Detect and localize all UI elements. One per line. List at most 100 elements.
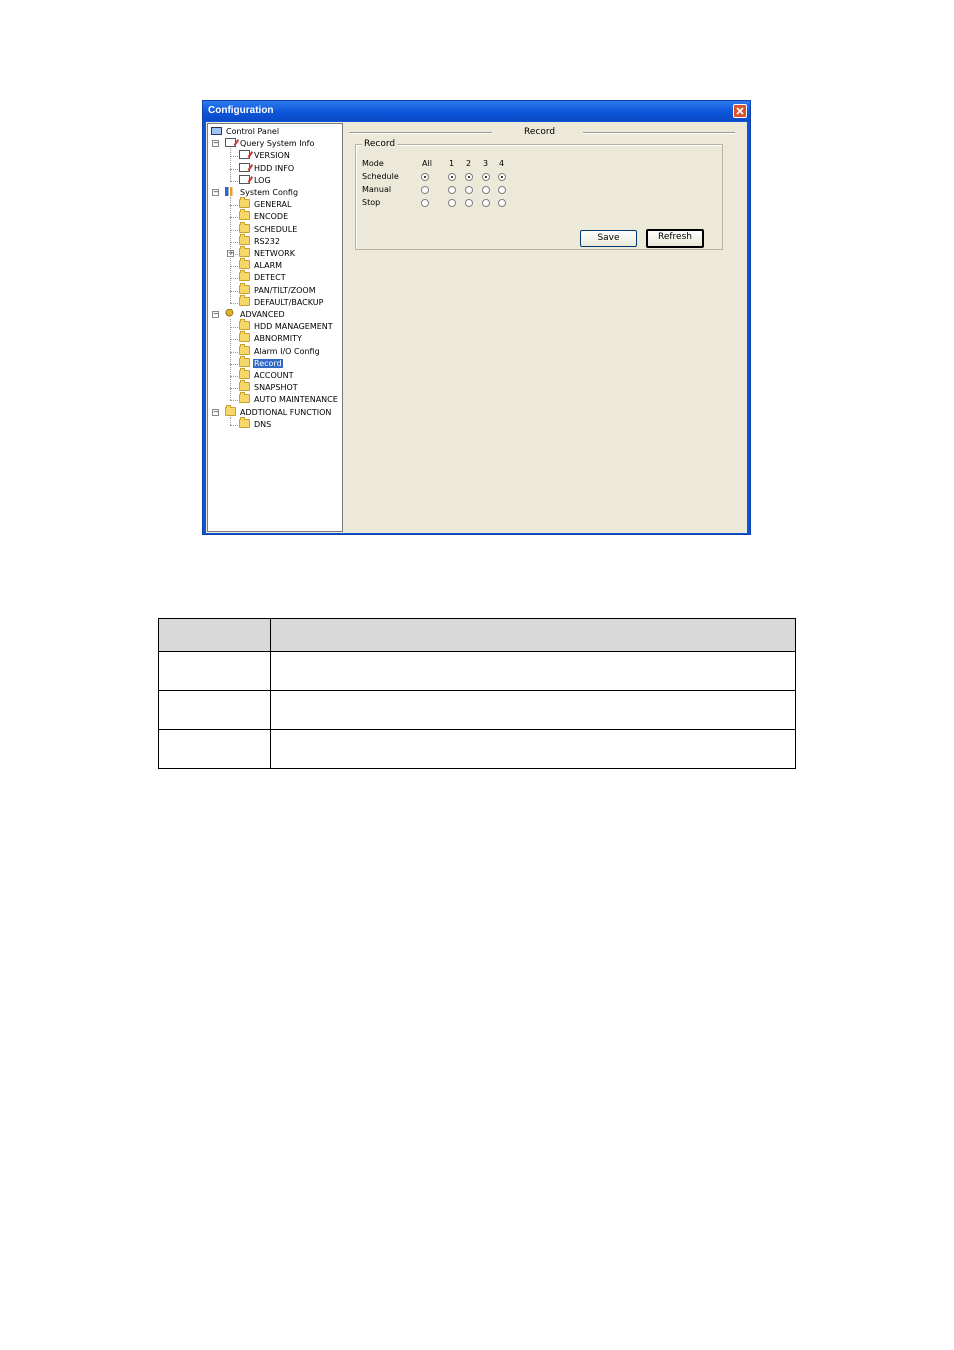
mode-radio[interactable] [482,173,490,181]
table-cell [158,729,271,769]
tree-item[interactable]: ACCOUNT [239,368,295,382]
mode-column-header: Mode [362,159,384,168]
collapse-icon[interactable]: − [212,140,219,148]
mode-radio[interactable] [498,199,506,207]
folder-icon [239,246,250,257]
tree-item[interactable]: Control Panel [211,126,280,138]
tree-item-label: GENERAL [254,200,292,210]
tree-item[interactable]: DEFAULT/BACKUP [239,294,324,309]
tree-connector [230,266,238,268]
group-label: Record [362,139,398,149]
settings-icon [225,187,236,196]
channel-column-header: 4 [499,159,505,168]
tree-item[interactable]: ENCODE [239,209,289,223]
mode-radio[interactable] [465,186,473,194]
tree-item[interactable]: DNS [239,416,272,431]
tree-item[interactable]: NETWORK [239,246,296,260]
collapse-icon[interactable]: − [212,408,219,416]
save-button[interactable]: Save [580,230,637,247]
mode-radio[interactable] [498,186,506,194]
panel-header: Record [524,127,556,137]
table-cell [158,651,271,691]
close-icon [736,107,744,115]
tree-connector [230,290,238,292]
tree-item-label: Record [253,358,283,368]
mode-row-label: Manual [362,185,392,194]
table-row [158,651,796,691]
mode-row-label: Schedule [362,172,399,181]
tree-connector [230,217,238,219]
refresh-button[interactable]: Refresh [646,229,704,248]
tree-item[interactable]: GENERAL [239,197,292,211]
tree-connector [230,241,238,243]
open-folder-icon [239,355,250,367]
close-button[interactable] [733,104,747,118]
tree-item-label: Control Panel [226,127,280,136]
window-title: Configuration [208,105,274,116]
tree-item-label: AUTO MAINTENANCE [254,395,338,405]
tree-item[interactable]: System Config [225,187,299,199]
title-bar[interactable]: Configuration [203,101,750,121]
mode-row-label: Stop [362,198,381,207]
tree-item-label: SNAPSHOT [254,383,298,393]
tree-item[interactable]: HDD MANAGEMENT [239,319,334,333]
tree-item[interactable]: ADVANCED [225,309,286,321]
tree-connector [230,319,231,401]
tree-item-label: LOG [254,175,271,185]
tree-item[interactable]: RS232 [239,233,281,248]
header-divider-left [349,132,492,134]
navigation-tree[interactable]: Control Panel Query System Info − VERSION HD… [207,123,343,532]
mode-radio[interactable] [465,199,473,207]
tree-connector [230,327,238,329]
tree-item-label: ADVANCED [240,310,285,319]
tree-connector [230,156,238,158]
tree-item[interactable]: SNAPSHOT [239,380,299,394]
mode-radio[interactable] [448,199,456,207]
tree-item[interactable]: Record [239,355,283,370]
tree-item[interactable]: ALARM [239,258,283,272]
tree-item-label: System Config [240,188,299,197]
tree-connector [230,388,238,390]
tree-connector [230,180,238,182]
tree-item[interactable]: SCHEDULE [239,221,298,236]
folder-icon [239,343,250,355]
folder-icon [239,294,250,306]
mode-radio[interactable] [421,173,429,181]
tree-item[interactable]: DETECT [239,270,287,284]
mode-radio[interactable] [482,186,490,194]
channel-column-header: 3 [483,159,489,168]
tree-item-label: DNS [254,419,272,429]
header-divider-right [583,132,735,134]
tree-item-label: DETECT [254,273,286,283]
tree-item-label: Query System Info [240,139,315,149]
channel-column-header: 1 [449,159,455,168]
mode-radio[interactable] [448,186,456,194]
mode-radio[interactable] [482,199,490,207]
tree-item-label: HDD MANAGEMENT [254,322,333,332]
table-cell [270,618,796,652]
tree-item[interactable]: AUTO MAINTENANCE [239,392,339,406]
mode-radio[interactable] [421,199,429,207]
tree-item[interactable]: Query System Info [225,138,315,150]
collapse-icon[interactable]: − [212,189,219,196]
folder-icon [239,368,250,379]
mode-radio[interactable] [448,173,456,181]
gears-icon [225,309,236,318]
configuration-window: Configuration Control Panel Query System … [202,100,751,535]
tree-item-label: VERSION [254,151,290,161]
tree-item[interactable]: PAN/TILT/ZOOM [239,282,317,297]
tree-item[interactable]: Alarm I/O Config [239,343,321,358]
mode-radio[interactable] [498,173,506,181]
tree-item[interactable]: ABNORMITY [239,331,303,345]
document-table [158,618,796,769]
table-header-row [158,618,796,652]
tree-item[interactable]: LOG [239,174,272,187]
folder-icon [239,319,250,331]
mode-radio[interactable] [465,173,473,181]
mode-radio[interactable] [421,186,429,194]
folder-icon [239,416,250,428]
tree-item-label: ADDTIONAL FUNCTION [240,407,332,417]
folder-icon [239,258,250,270]
collapse-icon[interactable]: − [212,311,219,318]
table-cell [158,618,271,652]
